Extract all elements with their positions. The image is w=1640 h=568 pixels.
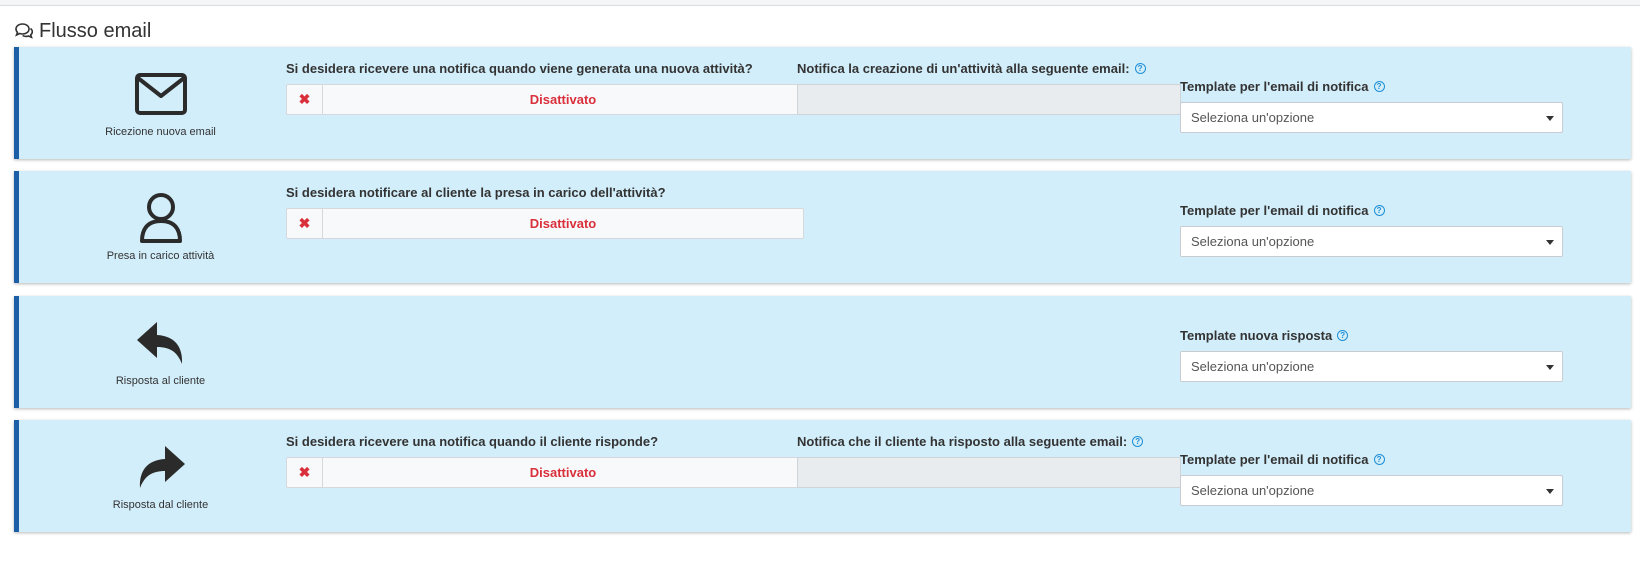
template-select[interactable]: Seleziona un'opzione [1180,475,1563,506]
help-icon[interactable]: ? [1134,63,1146,74]
toggle-state: Disattivato [529,465,597,480]
card-reply-to-customer: Risposta al cliente Template nuova rispo… [14,296,1631,408]
select-value: Seleziona un'opzione [1191,359,1315,374]
help-icon[interactable]: ? [1132,436,1144,447]
caret-down-icon [1546,365,1554,370]
caret-down-icon [1546,240,1554,245]
notify-customer-toggle[interactable]: ✖ Disattivato [286,208,804,239]
notify-customer-reply-toggle[interactable]: ✖ Disattivato [286,457,804,488]
card-customer-reply: Risposta dal cliente Si desidera ricever… [14,420,1631,532]
toggle-state: Disattivato [529,92,597,107]
card-icon-column: Risposta al cliente [19,296,302,408]
template-select[interactable]: Seleziona un'opzione [1180,351,1563,382]
template-label: Template per l'email di notifica ? [1180,203,1385,218]
select-value: Seleziona un'opzione [1191,234,1315,249]
notify-new-activity-question: Si desidera ricevere una notifica quando… [286,61,753,76]
forward-icon [135,441,187,493]
notify-customer-question: Si desidera notificare al cliente la pre… [286,185,666,200]
card-icon-column: Risposta dal cliente [19,420,302,532]
help-icon[interactable]: ? [1337,330,1349,341]
notify-email-input[interactable] [797,84,1181,115]
help-icon[interactable]: ? [1373,454,1385,465]
section-title: Flusso email [39,19,152,42]
card-activity-taken: Presa in carico attività Si desidera not… [14,171,1631,283]
notify-email-label: Notifica che il cliente ha risposto alla… [797,434,1144,449]
close-icon: ✖ [287,458,323,487]
notify-new-activity-toggle[interactable]: ✖ Disattivato [286,84,804,115]
close-icon: ✖ [287,209,323,238]
template-label: Template per l'email di notifica ? [1180,452,1385,467]
comments-icon [14,22,34,40]
card-icon-column: Ricezione nuova email [19,47,302,159]
top-divider [0,0,1640,6]
notify-customer-reply-question: Si desidera ricevere una notifica quando… [286,434,659,449]
template-select[interactable]: Seleziona un'opzione [1180,102,1563,133]
reply-icon [135,317,187,369]
template-label: Template nuova risposta ? [1180,328,1349,343]
caret-down-icon [1546,489,1554,494]
user-icon [138,192,184,244]
help-icon[interactable]: ? [1373,205,1385,216]
select-value: Seleziona un'opzione [1191,110,1315,125]
notify-email-label: Notifica la creazione di un'attività all… [797,61,1146,76]
section-header: Flusso email [14,18,151,44]
card-icon-column: Presa in carico attività [19,171,302,283]
caret-down-icon [1546,116,1554,121]
card-caption: Ricezione nuova email [105,126,216,138]
close-icon: ✖ [287,85,323,114]
select-value: Seleziona un'opzione [1191,483,1315,498]
envelope-icon [134,68,187,120]
template-select[interactable]: Seleziona un'opzione [1180,226,1563,257]
card-caption: Risposta dal cliente [112,499,209,511]
notify-email-input[interactable] [797,457,1181,488]
card-new-email: Ricezione nuova email Si desidera riceve… [14,47,1631,159]
card-caption: Presa in carico attività [106,250,215,262]
template-label: Template per l'email di notifica ? [1180,79,1385,94]
toggle-state: Disattivato [529,216,597,231]
help-icon[interactable]: ? [1373,81,1385,92]
card-caption: Risposta al cliente [115,375,206,387]
